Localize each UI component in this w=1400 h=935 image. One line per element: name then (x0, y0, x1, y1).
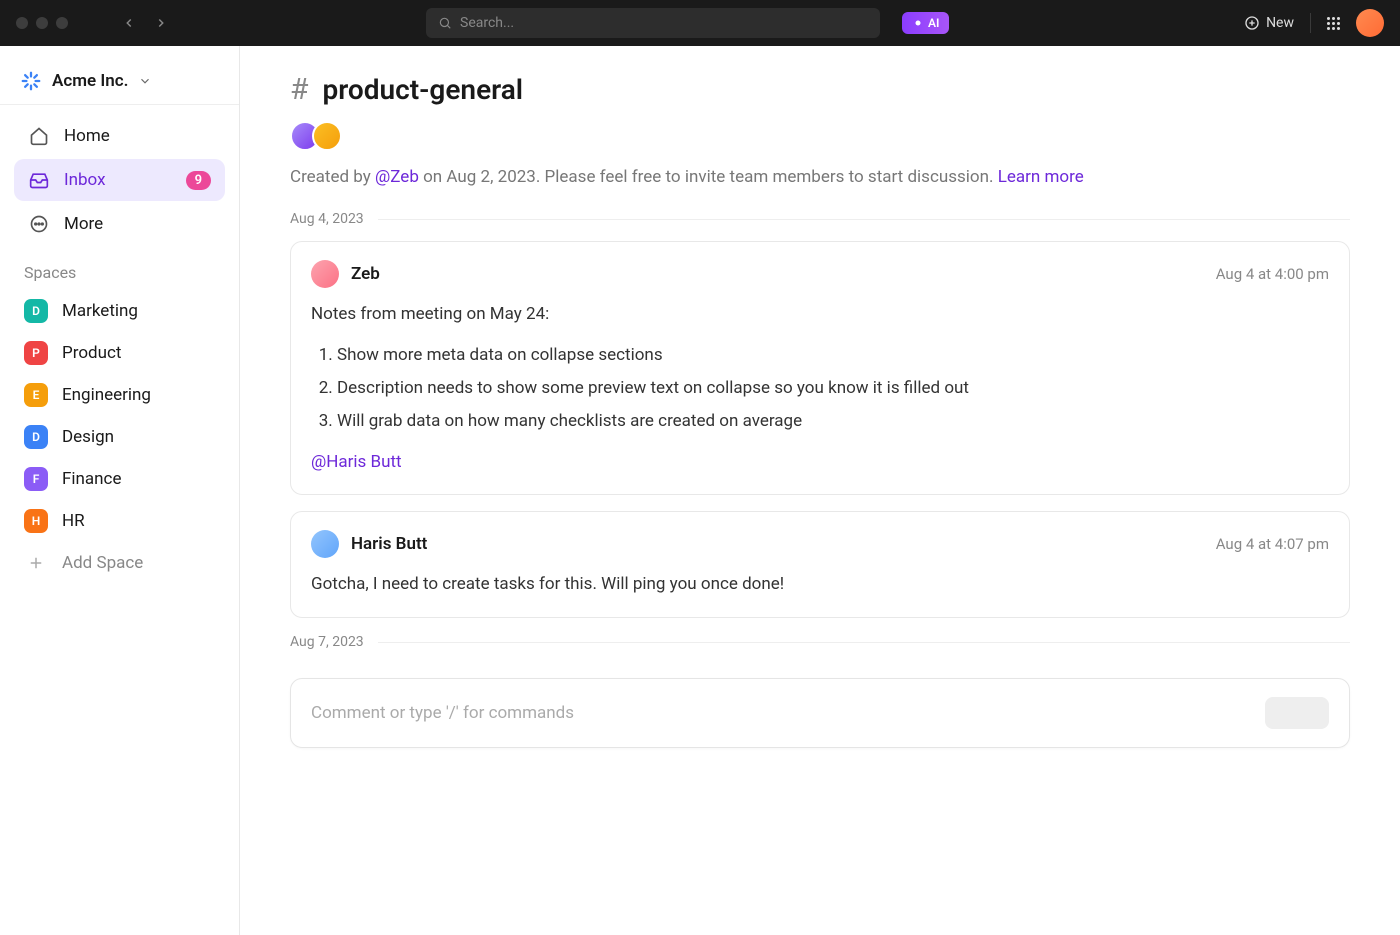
date-divider: Aug 7, 2023 (290, 634, 1350, 650)
space-badge: F (24, 467, 48, 491)
nav-back-button[interactable] (118, 12, 140, 34)
home-icon (28, 125, 50, 147)
ai-label: AI (928, 16, 939, 30)
message-time: Aug 4 at 4:07 pm (1216, 535, 1329, 553)
search-input[interactable]: Search... (426, 8, 880, 38)
space-label: Design (62, 427, 114, 447)
hash-icon: # (290, 72, 308, 107)
user-avatar[interactable] (1356, 9, 1384, 37)
message[interactable]: Zeb Aug 4 at 4:00 pm Notes from meeting … (290, 241, 1350, 495)
nav-label: More (64, 214, 103, 234)
sidebar-item-home[interactable]: Home (14, 115, 225, 157)
list-item: Will grab data on how many checklists ar… (337, 405, 1329, 438)
date-label: Aug 7, 2023 (290, 634, 364, 650)
message-time: Aug 4 at 4:00 pm (1216, 265, 1329, 283)
space-item[interactable]: D Design (0, 416, 239, 458)
space-badge: E (24, 383, 48, 407)
plus-circle-icon (1244, 15, 1260, 31)
nav-forward-button[interactable] (150, 12, 172, 34)
divider (1310, 13, 1311, 33)
space-item[interactable]: P Product (0, 332, 239, 374)
new-label: New (1266, 15, 1294, 31)
space-label: Finance (62, 469, 121, 489)
space-badge: P (24, 341, 48, 365)
space-item[interactable]: H HR (0, 500, 239, 542)
list-item: Show more meta data on collapse sections (337, 339, 1329, 372)
window-controls[interactable] (16, 17, 68, 29)
workspace-logo-icon (20, 70, 42, 92)
sidebar-item-more[interactable]: More (14, 203, 225, 245)
inbox-icon (28, 169, 50, 191)
space-label: Engineering (62, 385, 151, 405)
nav-label: Inbox (64, 170, 106, 190)
list-item: Description needs to show some preview t… (337, 372, 1329, 405)
avatar[interactable] (311, 530, 339, 558)
avatar[interactable] (312, 121, 342, 151)
workspace-selector[interactable]: Acme Inc. (0, 58, 239, 105)
apps-icon[interactable] (1327, 17, 1340, 30)
sparkle-icon (912, 17, 924, 29)
search-placeholder: Search... (460, 15, 514, 31)
space-badge: D (24, 299, 48, 323)
space-label: Marketing (62, 301, 138, 321)
sidebar: Acme Inc. Home Inbox 9 More Spaces D Marketi… (0, 46, 240, 935)
space-badge: H (24, 509, 48, 533)
space-item[interactable]: E Engineering (0, 374, 239, 416)
comment-box (290, 678, 1350, 748)
add-space-button[interactable]: Add Space (0, 542, 239, 584)
message[interactable]: Haris Butt Aug 4 at 4:07 pm Gotcha, I ne… (290, 511, 1350, 618)
date-label: Aug 4, 2023 (290, 211, 364, 227)
chevron-down-icon (138, 74, 152, 88)
space-label: Product (62, 343, 121, 363)
workspace-name: Acme Inc. (52, 71, 128, 91)
space-label: HR (62, 511, 85, 531)
date-divider: Aug 4, 2023 (290, 211, 1350, 227)
learn-more-link[interactable]: Learn more (998, 167, 1084, 187)
space-item[interactable]: D Marketing (0, 290, 239, 332)
meta-text: Created by (290, 167, 375, 187)
plus-icon (24, 551, 48, 575)
member-avatars[interactable] (290, 121, 1350, 151)
user-mention[interactable]: @Haris Butt (311, 452, 402, 472)
space-item[interactable]: F Finance (0, 458, 239, 500)
message-body: Gotcha, I need to create tasks for this.… (311, 570, 1329, 599)
more-icon (28, 213, 50, 235)
badge: 9 (186, 171, 211, 190)
spaces-header: Spaces (0, 247, 239, 290)
new-button[interactable]: New (1244, 15, 1294, 31)
message-author: Zeb (351, 264, 380, 284)
add-space-label: Add Space (62, 553, 143, 573)
message-text: Notes from meeting on May 24: (311, 300, 1329, 329)
channel-title: product-general (322, 73, 523, 106)
channel-header: # product-general (290, 72, 1350, 107)
nav-label: Home (64, 126, 110, 146)
sidebar-item-inbox[interactable]: Inbox 9 (14, 159, 225, 201)
comment-input[interactable] (311, 703, 1265, 723)
meta-text: on Aug 2, 2023. Please feel free to invi… (419, 167, 998, 187)
message-author: Haris Butt (351, 534, 427, 554)
author-mention[interactable]: @Zeb (375, 167, 419, 187)
search-icon (438, 16, 452, 30)
avatar[interactable] (311, 260, 339, 288)
message-body: Notes from meeting on May 24: Show more … (311, 300, 1329, 476)
send-button[interactable] (1265, 697, 1329, 729)
ai-button[interactable]: AI (902, 12, 949, 34)
topbar: Search... AI New (0, 0, 1400, 46)
main-content: # product-general Created by @Zeb on Aug… (240, 46, 1400, 935)
space-badge: D (24, 425, 48, 449)
channel-description: Created by @Zeb on Aug 2, 2023. Please f… (290, 167, 1350, 187)
